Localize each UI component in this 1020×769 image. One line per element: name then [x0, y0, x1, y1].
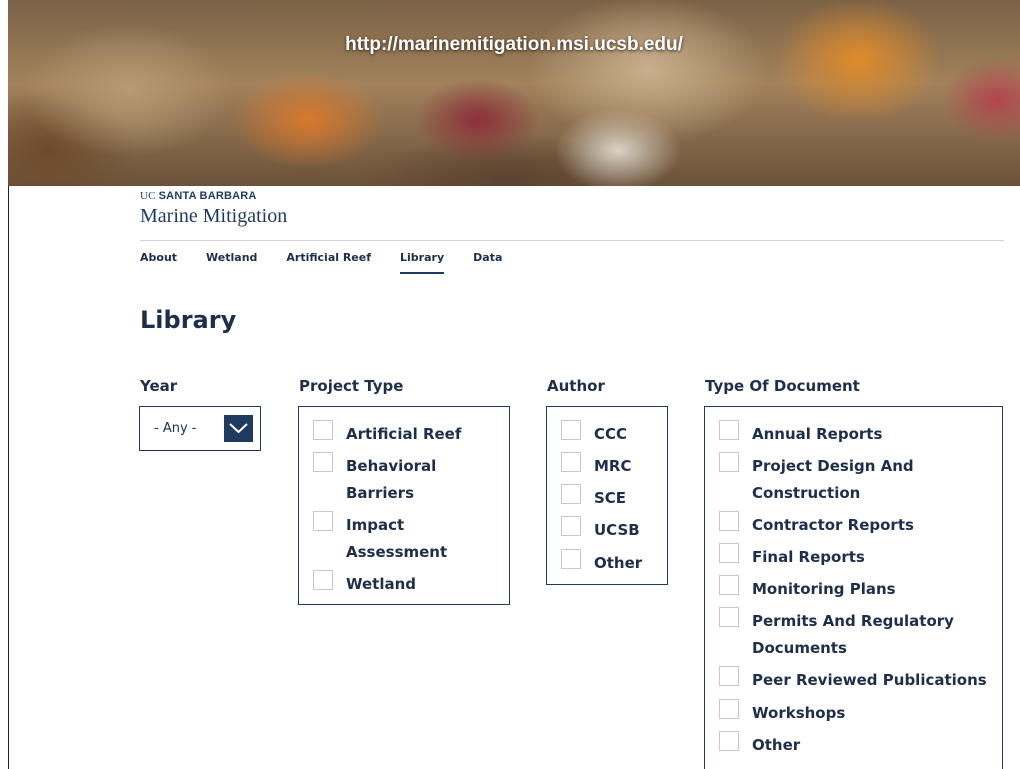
document-type-list: Annual Reports Project Design And Constr… — [704, 406, 1003, 769]
option-label: CCC — [594, 425, 628, 443]
banner-url: http://marinemitigation.msi.ucsb.edu/ — [345, 34, 683, 55]
option-label: Wetland — [346, 575, 417, 593]
option-label-line2: Assessment — [346, 543, 448, 561]
nav-artificial-reef[interactable]: Artificial Reef — [286, 251, 371, 274]
checkbox[interactable] — [313, 570, 333, 590]
option-label: Final Reports — [752, 548, 865, 566]
org-wordmark[interactable]: UC SANTA BARBARA — [140, 190, 257, 202]
option-label: UCSB — [594, 521, 640, 539]
header-divider — [140, 240, 1004, 241]
checkbox[interactable] — [561, 420, 581, 440]
page-title: Library — [140, 306, 237, 334]
option-label: Workshops — [752, 704, 846, 722]
option-label: Contractor Reports — [752, 516, 914, 534]
checkbox[interactable] — [313, 511, 333, 531]
checkbox[interactable] — [561, 516, 581, 536]
option-label: Artificial Reef — [346, 425, 462, 443]
option-label: Peer Reviewed Publications — [752, 671, 987, 689]
project-type-list: Artificial Reef Behavioral Barriers Impa… — [298, 406, 510, 605]
site-title[interactable]: Marine Mitigation — [140, 205, 287, 228]
checkbox[interactable] — [561, 484, 581, 504]
year-select-value: - Any - — [154, 421, 197, 436]
option-label: Permits And Regulatory — [752, 612, 954, 630]
year-filter-label: Year — [140, 377, 178, 395]
checkbox[interactable] — [561, 549, 581, 569]
option-label: Project Design And — [752, 457, 914, 475]
checkbox[interactable] — [719, 511, 739, 531]
org-prefix: UC — [140, 190, 156, 202]
checkbox[interactable] — [719, 543, 739, 563]
checkbox[interactable] — [719, 607, 739, 627]
nav-library[interactable]: Library — [400, 251, 445, 274]
checkbox[interactable] — [561, 452, 581, 472]
hero-banner: http://marinemitigation.msi.ucsb.edu/ — [8, 0, 1020, 186]
nav-wetland[interactable]: Wetland — [206, 251, 257, 274]
option-label-line2: Construction — [752, 484, 861, 502]
checkbox[interactable] — [719, 420, 739, 440]
option-label: Impact — [346, 516, 405, 534]
document-type-filter-label: Type Of Document — [705, 377, 860, 395]
checkbox[interactable] — [719, 666, 739, 686]
org-name: SANTA BARBARA — [158, 190, 257, 202]
option-label: Monitoring Plans — [752, 580, 896, 598]
left-border — [8, 186, 9, 769]
option-label: SCE — [594, 489, 627, 507]
option-label-line2: Documents — [752, 639, 847, 657]
option-label: Annual Reports — [752, 425, 883, 443]
option-label: Other — [752, 736, 801, 754]
option-label-line2: Barriers — [346, 484, 414, 502]
chevron-down-icon[interactable] — [224, 415, 253, 442]
option-label: Other — [594, 554, 643, 572]
checkbox[interactable] — [719, 575, 739, 595]
author-list: CCC MRC SCE UCSB Other — [546, 406, 668, 585]
author-filter-label: Author — [547, 377, 605, 395]
project-type-filter-label: Project Type — [299, 377, 404, 395]
checkbox[interactable] — [313, 420, 333, 440]
option-label: MRC — [594, 457, 632, 475]
option-label: Behavioral — [346, 457, 437, 475]
checkbox[interactable] — [719, 731, 739, 751]
nav-data[interactable]: Data — [473, 251, 502, 274]
checkbox[interactable] — [719, 699, 739, 719]
checkbox[interactable] — [313, 452, 333, 472]
year-select[interactable]: - Any - — [139, 406, 261, 451]
nav-about[interactable]: About — [140, 251, 177, 274]
main-nav: About Wetland Artificial Reef Library Da… — [140, 251, 531, 274]
checkbox[interactable] — [719, 452, 739, 472]
